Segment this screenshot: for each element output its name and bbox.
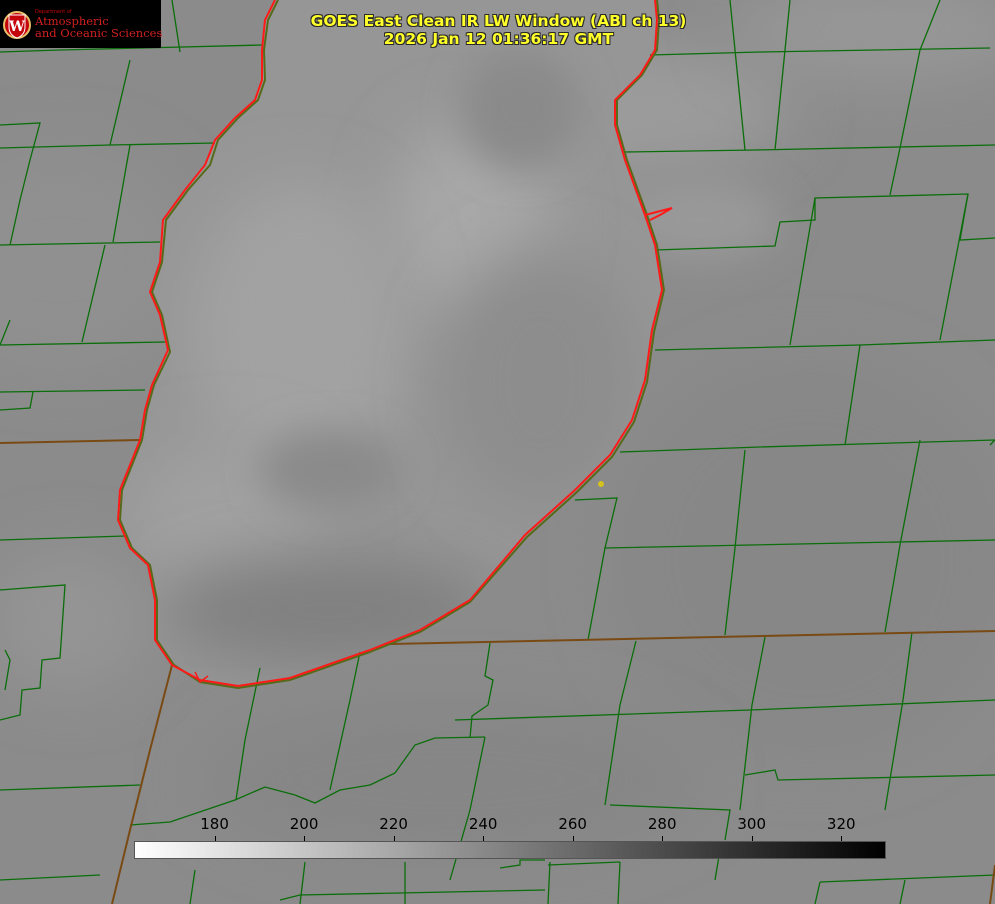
colorbar-tick-label: 320 xyxy=(826,815,856,833)
colorbar-tick-label: 300 xyxy=(737,815,767,833)
colorbar-tick-label: 220 xyxy=(379,815,408,833)
colorbar-tick-label: 240 xyxy=(468,815,498,833)
colorbar-tick-mark xyxy=(662,836,664,841)
map xyxy=(0,0,995,904)
colorbar-tick-mark xyxy=(214,836,216,841)
colorbar-tick-label: 200 xyxy=(289,815,319,833)
colorbar-tick-mark xyxy=(751,836,753,841)
colorbar-tick-mark xyxy=(304,836,306,841)
colorbar xyxy=(134,841,886,859)
colorbar-tick-mark xyxy=(393,836,395,841)
colorbar-tick-mark xyxy=(572,836,574,841)
city-marker xyxy=(598,481,604,487)
title-line1: GOES East Clean IR LW Window (ABI ch 13) xyxy=(310,12,687,30)
colorbar-tick-mark xyxy=(483,836,485,841)
title-line2: 2026 Jan 12 01:36:17 GMT xyxy=(383,30,614,48)
colorbar-tick-label: 180 xyxy=(200,815,229,833)
satellite-image: W Department of Atmospheric and Oceanic … xyxy=(0,0,995,904)
colorbar-tick-mark xyxy=(841,836,843,841)
colorbar-tick-label: 260 xyxy=(558,815,587,833)
image-title: GOES East Clean IR LW Window (ABI ch 13)… xyxy=(0,12,995,48)
colorbar-tick-label: 280 xyxy=(647,815,677,833)
